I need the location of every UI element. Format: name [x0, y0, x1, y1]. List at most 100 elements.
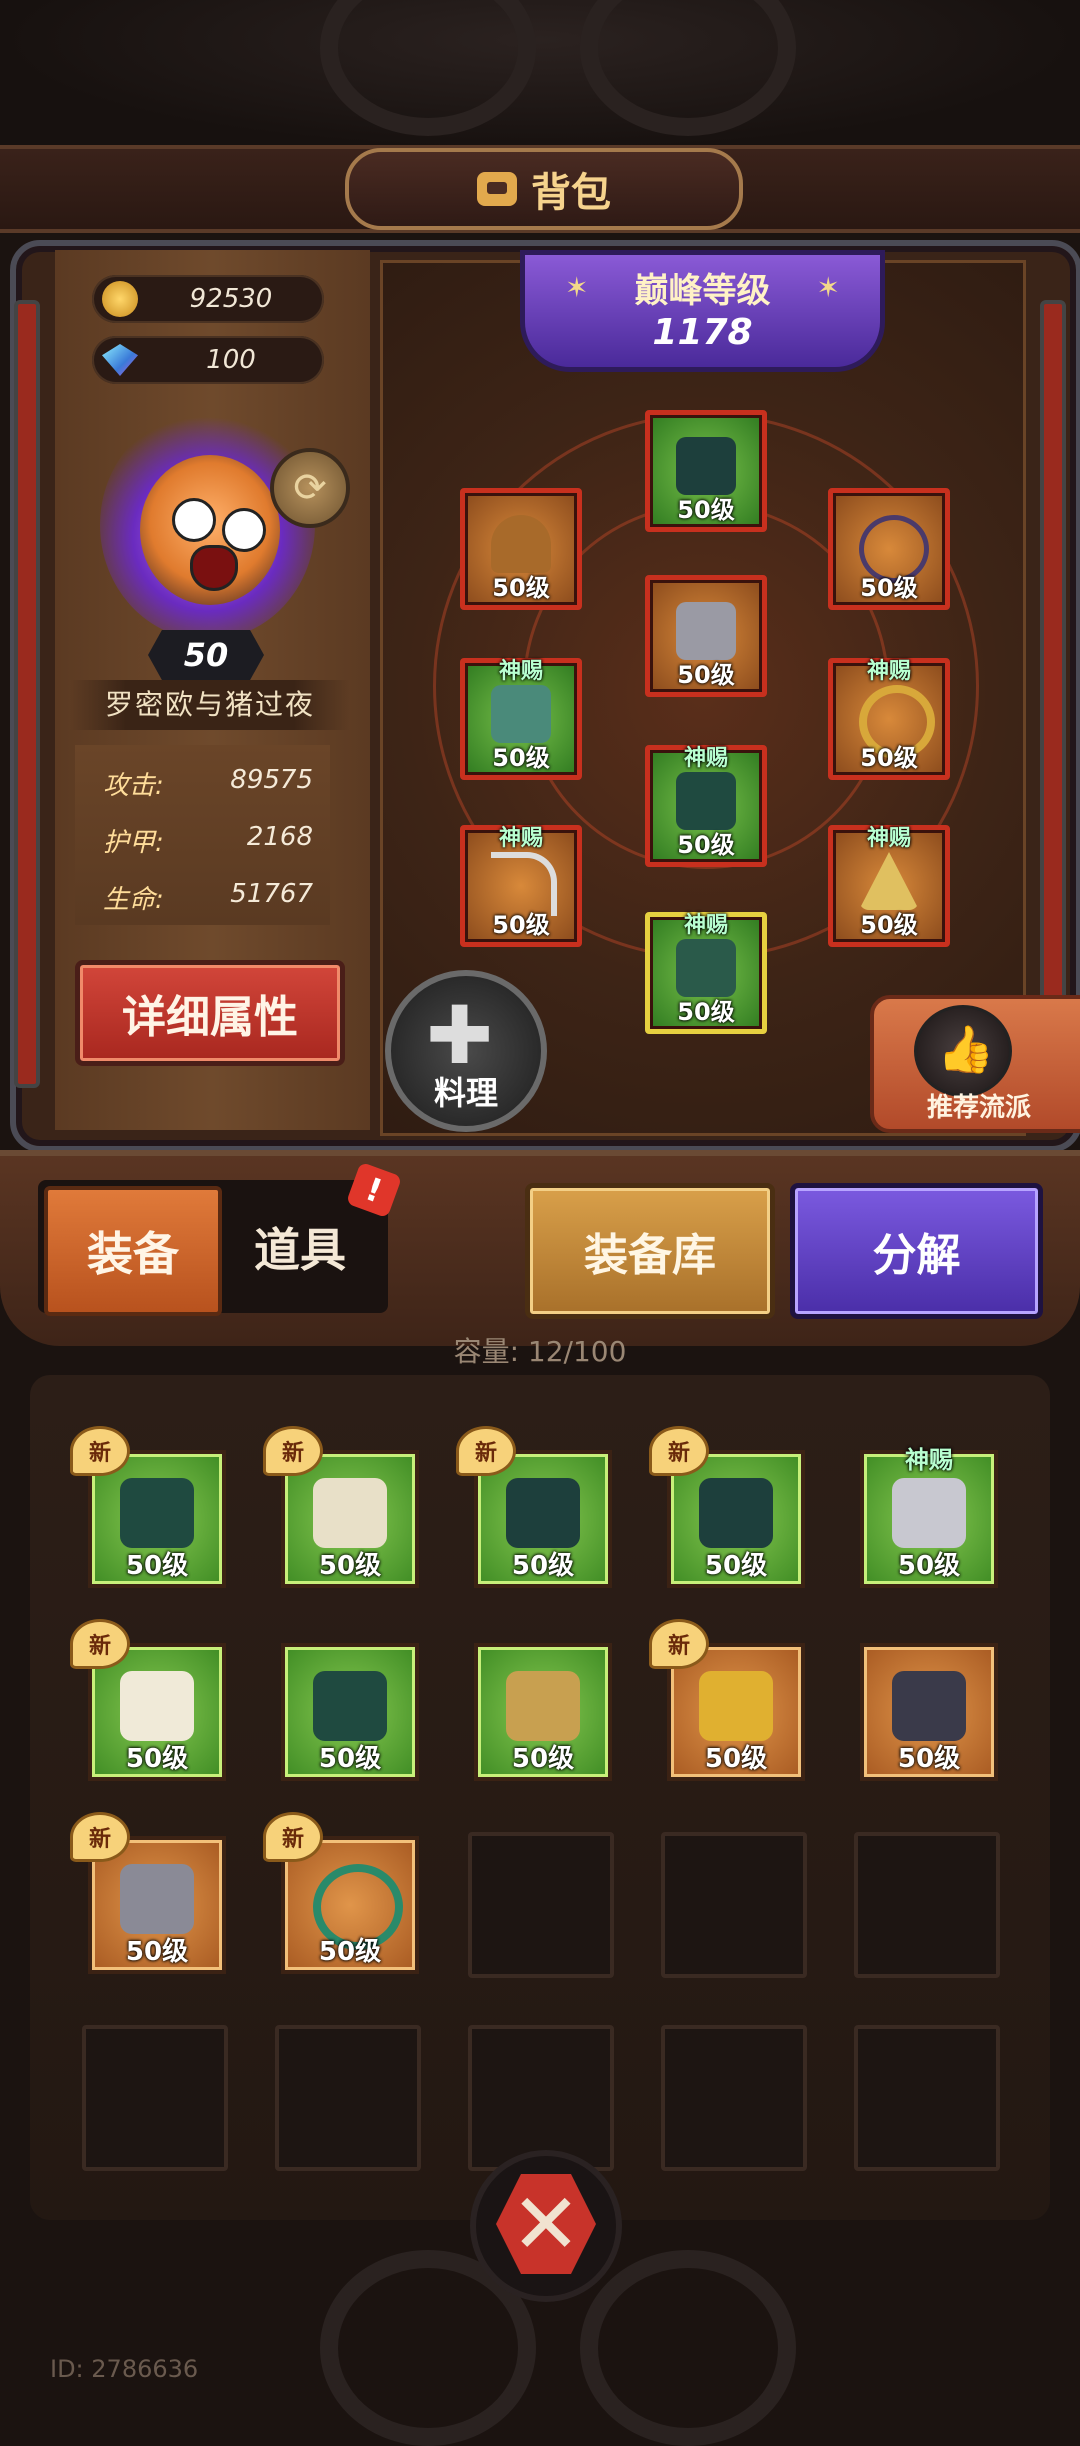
- item-level: 50级: [318, 1937, 382, 1967]
- slot-pauldron[interactable]: 50级: [460, 488, 582, 610]
- new-badge: 新: [649, 1619, 709, 1669]
- avatar-mouth: [190, 545, 238, 591]
- slot-amulet[interactable]: 神赐 50级: [828, 825, 950, 947]
- armory-button[interactable]: 装备库: [525, 1183, 775, 1319]
- inventory-item[interactable]: 新 50级: [649, 1426, 805, 1588]
- item-level: 50级: [897, 1551, 961, 1581]
- inventory-item[interactable]: 新 50级: [70, 1619, 226, 1781]
- pants-icon: [892, 1671, 966, 1741]
- new-badge: 新: [70, 1619, 130, 1669]
- stat-label: 攻击:: [103, 771, 164, 801]
- avatar-eye: [222, 508, 266, 552]
- inventory-item[interactable]: 新 50级: [263, 1426, 419, 1588]
- inventory-capacity: 容量: 12/100: [453, 1335, 627, 1368]
- user-id: ID: 2786636: [50, 2355, 199, 2383]
- slot-necklace[interactable]: 50级: [828, 488, 950, 610]
- empty-slot[interactable]: [854, 2025, 1000, 2171]
- item-level: 50级: [492, 574, 550, 602]
- tab-equipment[interactable]: 装备: [44, 1186, 222, 1316]
- inventory-item[interactable]: 新 50级: [456, 1426, 612, 1588]
- empty-slot[interactable]: [661, 1832, 807, 1978]
- item-level: 50级: [677, 831, 735, 859]
- eye-triangle-icon: [859, 852, 919, 910]
- divine-tag: 神赐: [866, 826, 911, 851]
- gauntlet-icon: [491, 685, 551, 743]
- item-level: 50级: [492, 744, 550, 772]
- stat-attack: 攻击: 89575: [103, 765, 313, 802]
- empty-slot[interactable]: [661, 2025, 807, 2171]
- peak-level-value: 1178: [652, 312, 753, 353]
- empty-slot[interactable]: [854, 1832, 1000, 1978]
- refresh-avatar-button[interactable]: ⟳: [270, 448, 350, 528]
- slot-pants[interactable]: 神赐 50级: [645, 745, 767, 867]
- stat-health: 生命: 51767: [103, 879, 313, 916]
- stat-value: 89575: [230, 765, 313, 795]
- detail-attributes-button[interactable]: 详细属性: [75, 960, 345, 1066]
- empty-slot[interactable]: [468, 2025, 614, 2171]
- slot-weapon[interactable]: 神赐 50级: [460, 825, 582, 947]
- pauldron-icon: [491, 515, 551, 573]
- star-icon: ✶: [565, 271, 589, 304]
- inventory-item[interactable]: 50级: [860, 1643, 998, 1781]
- stat-label: 生命:: [103, 885, 164, 915]
- slot-chest[interactable]: 50级: [645, 575, 767, 697]
- item-level: 50级: [318, 1744, 382, 1774]
- divine-tag: 神赐: [866, 659, 911, 684]
- stat-value: 51767: [230, 879, 313, 909]
- new-badge: 新: [456, 1426, 516, 1476]
- diamond-icon: [102, 344, 138, 376]
- divine-tag: 神赐: [498, 659, 543, 684]
- item-level: 50级: [511, 1744, 575, 1774]
- gold-amount: 92530: [189, 284, 273, 314]
- recommended-build-button[interactable]: 推荐流派: [870, 995, 1080, 1133]
- slot-gloves[interactable]: 神赐 50级: [460, 658, 582, 780]
- shorts-icon: [506, 1671, 580, 1741]
- item-level: 50级: [318, 1551, 382, 1581]
- inventory-item[interactable]: 新 50级: [70, 1812, 226, 1974]
- new-badge: 新: [263, 1812, 323, 1862]
- gem-amount: 100: [206, 345, 256, 375]
- divine-tag: 神赐: [683, 746, 728, 771]
- item-level: 50级: [125, 1551, 189, 1581]
- hero-avatar[interactable]: [100, 410, 315, 640]
- stat-armor: 护甲: 2168: [103, 822, 313, 859]
- item-level: 50级: [860, 744, 918, 772]
- inventory-item[interactable]: 新 50级: [263, 1812, 419, 1974]
- item-level: 50级: [677, 998, 735, 1026]
- cooking-label: 料理: [433, 1074, 498, 1112]
- refresh-icon: ⟳: [293, 465, 327, 511]
- item-level: 50级: [492, 911, 550, 939]
- chest-armor-icon: [676, 602, 736, 660]
- helmet-icon: [699, 1478, 773, 1548]
- slot-ring[interactable]: 神赐 50级: [828, 658, 950, 780]
- inventory-item[interactable]: 新 50级: [649, 1619, 805, 1781]
- item-level: 50级: [125, 1937, 189, 1967]
- hero-name: 罗密欧与猪过夜: [70, 680, 350, 730]
- inventory-item[interactable]: 50级: [474, 1643, 612, 1781]
- inventory-item[interactable]: 50级: [281, 1643, 419, 1781]
- hero-stats: 攻击: 89575 护甲: 2168 生命: 51767: [75, 745, 330, 925]
- new-badge: 新: [70, 1812, 130, 1862]
- empty-slot[interactable]: [275, 2025, 421, 2171]
- right-rail: [1040, 300, 1066, 1008]
- empty-slot[interactable]: [82, 2025, 228, 2171]
- thumbs-up-icon: [914, 1005, 1012, 1097]
- recommended-build-label: 推荐流派: [926, 1093, 1031, 1123]
- cooking-button[interactable]: ✚ 料理: [385, 970, 547, 1132]
- close-button[interactable]: ✕: [470, 2150, 622, 2302]
- inventory-item[interactable]: 新 50级: [70, 1426, 226, 1588]
- slot-boots[interactable]: 神赐 50级: [645, 912, 767, 1034]
- bracer-icon: [120, 1864, 194, 1934]
- stat-value: 2168: [246, 822, 313, 852]
- gold-leggings-icon: [699, 1671, 773, 1741]
- slot-helmet[interactable]: 50级: [645, 410, 767, 532]
- pants-icon: [676, 772, 736, 830]
- new-badge: 新: [649, 1426, 709, 1476]
- helmet-icon: [506, 1478, 580, 1548]
- pants-icon: [120, 1478, 194, 1548]
- inventory-item[interactable]: 神赐 50级: [860, 1446, 998, 1588]
- new-badge: 新: [263, 1426, 323, 1476]
- empty-slot[interactable]: [468, 1832, 614, 1978]
- decompose-button[interactable]: 分解: [790, 1183, 1043, 1319]
- hero-level-badge: 50: [148, 630, 264, 680]
